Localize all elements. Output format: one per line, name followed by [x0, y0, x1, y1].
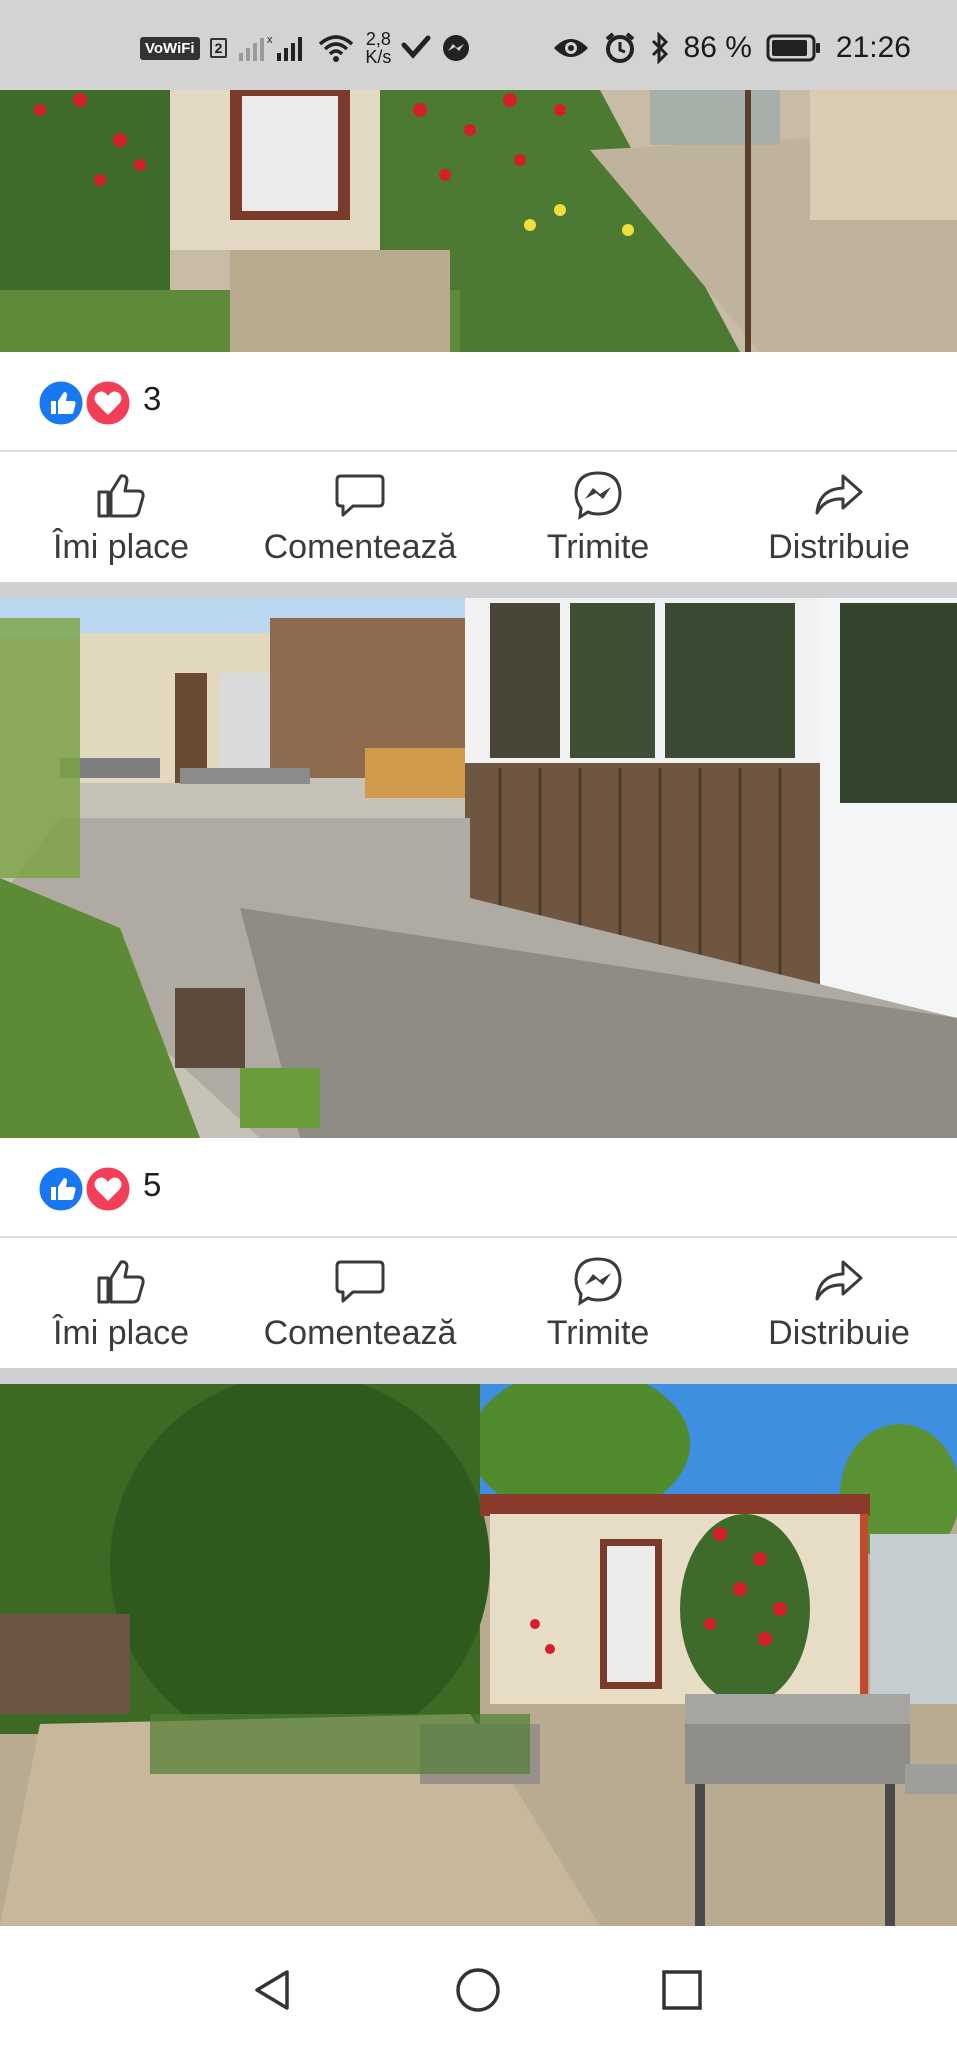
reaction-count: 5 [143, 1166, 162, 1203]
like-label: Îmi place [52, 528, 190, 566]
send-button[interactable]: Trimite [530, 1256, 666, 1353]
action-bar-2: Îmi place Comentează Trimite Distribuie [0, 1238, 957, 1368]
post-separator [0, 1368, 957, 1384]
thumbs-up-icon [97, 474, 145, 518]
post-photo-3[interactable] [0, 1384, 957, 1926]
messenger-icon [443, 35, 470, 61]
alarm-icon [605, 32, 634, 63]
comment-label: Comentează [263, 1314, 457, 1352]
share-button[interactable]: Distribuie [744, 1256, 934, 1353]
sim-label: 2 [209, 38, 228, 58]
comment-button[interactable]: Comentează [245, 470, 475, 567]
action-bar-1: Îmi place Comentează Trimite Distribuie [0, 452, 957, 582]
recents-icon[interactable] [652, 1960, 712, 2020]
send-label: Trimite [546, 1314, 650, 1352]
comment-icon [335, 474, 385, 517]
like-love-reaction-icons [36, 1164, 133, 1214]
speed-value: 2,8 [365, 29, 391, 49]
comment-button[interactable]: Comentează [245, 1256, 475, 1353]
eye-icon [553, 39, 588, 57]
reaction-count: 3 [143, 380, 162, 417]
post-photo-1[interactable] [0, 90, 957, 352]
share-label: Distribuie [768, 1314, 910, 1352]
messenger-send-icon [574, 1257, 622, 1306]
system-nav-bar [0, 1926, 957, 2048]
status-right: 86 % 21:26 [552, 30, 911, 66]
like-button[interactable]: Îmi place [36, 470, 206, 567]
signal-icon: x [239, 34, 303, 61]
back-icon[interactable] [245, 1960, 305, 2020]
send-button[interactable]: Trimite [530, 470, 666, 567]
like-love-reaction-icons [36, 378, 133, 428]
battery-percent: 86 % [683, 31, 752, 64]
like-label: Îmi place [52, 1314, 190, 1352]
post-separator [0, 582, 957, 598]
share-label: Distribuie [768, 528, 910, 566]
post-photo-2[interactable] [0, 598, 957, 1138]
speed-unit: K/s [365, 47, 392, 67]
comment-icon [335, 1260, 385, 1303]
status-left: VoWiFi 2 x 2,8 K/s [140, 30, 471, 66]
comment-label: Comentează [263, 528, 457, 566]
data-saver-icon [401, 35, 431, 59]
share-button[interactable]: Distribuie [744, 470, 934, 567]
svg-text:x: x [267, 34, 273, 46]
reactions-summary-2[interactable]: 5 [0, 1138, 957, 1236]
send-label: Trimite [546, 528, 650, 566]
wifi-icon [319, 35, 354, 62]
home-icon[interactable] [448, 1960, 508, 2020]
like-button[interactable]: Îmi place [36, 1256, 206, 1353]
share-icon [815, 474, 863, 515]
reactions-summary-1[interactable]: 3 [0, 352, 957, 450]
clock: 21:26 [835, 31, 911, 64]
battery-icon [766, 34, 820, 62]
bluetooth-icon [651, 32, 668, 64]
status-bar: VoWiFi 2 x 2,8 K/s 86 % 21:26 [0, 0, 957, 90]
vowifi-label: VoWiFi [140, 36, 200, 60]
messenger-send-icon [574, 471, 622, 520]
network-speed: 2,8 K/s [365, 30, 391, 66]
thumbs-up-icon [97, 1260, 145, 1304]
share-icon [815, 1260, 863, 1301]
